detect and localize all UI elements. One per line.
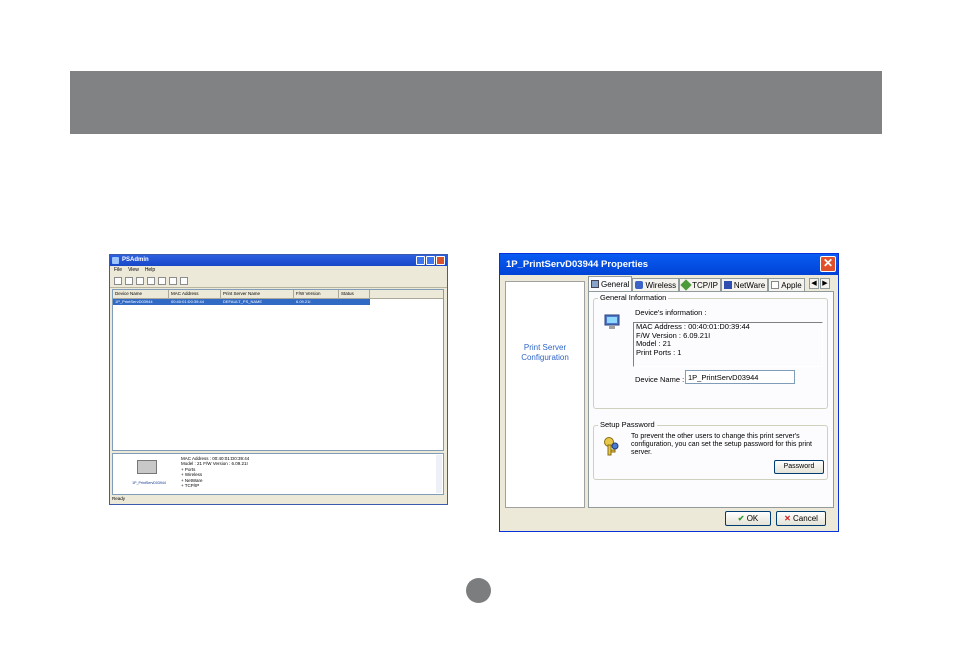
minimize-button[interactable] [416, 256, 425, 265]
tab-netware[interactable]: NetWare [720, 278, 769, 291]
tab-scroll-left-button[interactable]: ◀ [809, 278, 819, 289]
printer-icon[interactable] [147, 277, 155, 285]
printer-icon [137, 460, 157, 474]
dialog-titlebar[interactable]: 1P_PrintServD03944 Properties ✕ [500, 254, 838, 275]
detail-device-name: 1P_PrintServD03944 [132, 481, 166, 485]
settings-icon[interactable] [169, 277, 177, 285]
general-panel: General Information Device's information… [588, 291, 834, 508]
refresh-icon[interactable] [136, 277, 144, 285]
tab-scroll-right-button[interactable]: ▶ [820, 278, 830, 289]
tab-bar: General Wireless TCP/IP NetWare Apple ◀ … [588, 276, 834, 291]
cross-icon: ✕ [784, 514, 791, 523]
tab-tcpip[interactable]: TCP/IP [679, 278, 721, 291]
group-label-general: General Information [598, 293, 669, 302]
edit-icon[interactable] [125, 277, 133, 285]
apple-icon [771, 281, 780, 289]
info-label: Device's information : [635, 308, 707, 317]
new-icon[interactable] [114, 277, 122, 285]
app-icon [112, 257, 119, 264]
column-print-server-name[interactable]: Print Server Name [221, 290, 294, 298]
device-name-label: Device Name : [635, 375, 685, 384]
password-button[interactable]: Password [774, 460, 824, 474]
password-description: To prevent the other users to change thi… [631, 433, 812, 457]
general-icon [591, 280, 599, 288]
cell-print-server-name: DEFAULT_PS_NAME [223, 299, 263, 304]
sidebar-label: Print Server Configuration [521, 343, 569, 362]
detail-scrollbar[interactable] [436, 455, 442, 493]
netware-icon [723, 281, 732, 289]
column-fw-version[interactable]: F/W Version [294, 290, 339, 298]
key-icon [604, 437, 619, 456]
wireless-icon [635, 281, 644, 289]
column-mac-address[interactable]: MAC Address [169, 290, 221, 298]
ok-button[interactable]: ✔ OK [725, 511, 771, 526]
menu-help[interactable]: Help [145, 266, 155, 275]
column-status[interactable]: Status [339, 290, 370, 298]
device-name-field[interactable] [685, 370, 795, 384]
cell-status [339, 299, 370, 305]
detail-pane: 1P_PrintServD03944 MAC Address : 00:40:0… [112, 453, 444, 495]
device-info-box: MAC Address : 00:40:01:D0:39:44 F/W Vers… [633, 322, 823, 367]
column-device-name[interactable]: Device Name [113, 290, 169, 298]
detail-tree: MAC Address : 00:40:01:D0:39:44 Model : … [181, 456, 249, 488]
menu-file[interactable]: File [114, 266, 122, 275]
computer-icon [604, 314, 620, 329]
info-ports: Print Ports : 1 [636, 347, 682, 357]
device-list: Device Name MAC Address Print Server Nam… [112, 289, 444, 451]
cell-mac-address: 00:40:01:D0:39:44 [171, 299, 204, 304]
psadmin-window: PSAdmin File View Help Device Name MAC A… [109, 254, 448, 505]
close-button[interactable]: ✕ [820, 256, 836, 272]
setup-password-group: Setup Password To prevent the other user… [593, 420, 828, 480]
dialog-title: 1P_PrintServD03944 Properties [506, 259, 649, 270]
status-bar: Ready [112, 496, 126, 501]
toolbar [110, 275, 447, 288]
general-information-group: General Information Device's information… [593, 293, 828, 409]
maximize-button[interactable] [426, 256, 435, 265]
help-icon[interactable] [180, 277, 188, 285]
list-header: Device Name MAC Address Print Server Nam… [113, 290, 443, 299]
tab-general[interactable]: General [588, 276, 633, 291]
close-button[interactable] [436, 256, 445, 265]
tree-item-tcpip[interactable]: + TCP/IP [181, 483, 249, 488]
menu-view[interactable]: View [128, 266, 139, 275]
group-label-password: Setup Password [598, 420, 657, 429]
cancel-button[interactable]: ✕ Cancel [776, 511, 826, 526]
properties-dialog: 1P_PrintServD03944 Properties ✕ Print Se… [499, 253, 839, 532]
table-row[interactable]: 1P_PrintServD03944 00:40:01:D0:39:44 DEF… [113, 299, 370, 305]
tab-apple[interactable]: Apple [768, 278, 805, 291]
properties-icon[interactable] [158, 277, 166, 285]
psadmin-titlebar[interactable]: PSAdmin [110, 255, 447, 266]
page-marker [466, 578, 491, 603]
psadmin-title: PSAdmin [122, 257, 149, 263]
cell-device-name: 1P_PrintServD03944 [115, 299, 153, 304]
tab-wireless[interactable]: Wireless [632, 278, 680, 291]
check-icon: ✔ [737, 514, 745, 523]
menu-bar: File View Help [110, 266, 447, 275]
sidebar: Print Server Configuration [505, 281, 585, 508]
header-banner [70, 71, 882, 134]
tcpip-icon [680, 279, 692, 291]
cell-fw-version: 6.09.21I [296, 299, 311, 304]
